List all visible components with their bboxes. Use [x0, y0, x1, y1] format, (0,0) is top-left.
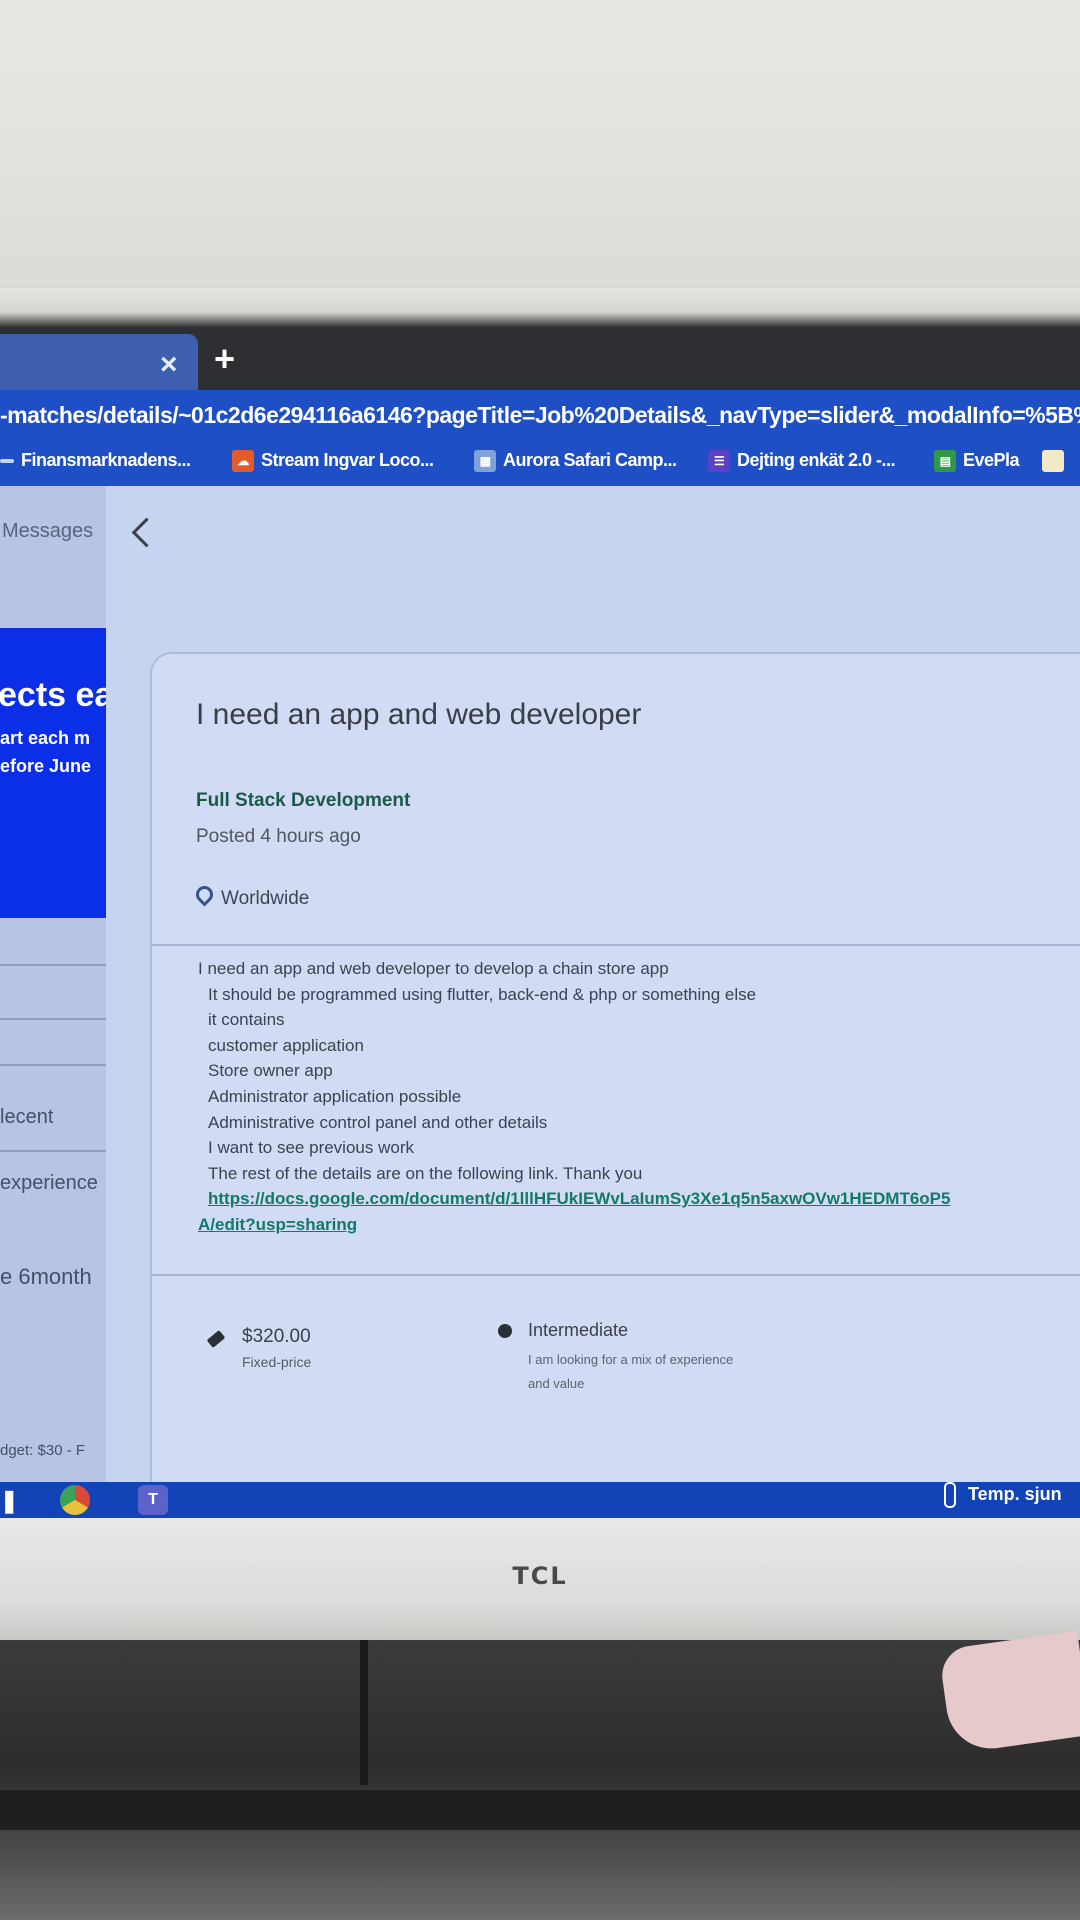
- page-content: Messages ects ea art each m efore June l…: [0, 486, 1080, 1484]
- job-card: I need an app and web developer Full Sta…: [150, 652, 1080, 1484]
- task-view-icon[interactable]: ❚: [0, 1488, 18, 1514]
- folder-icon: [1042, 450, 1064, 473]
- soundcloud-icon: ☁: [232, 450, 254, 473]
- bookmarks-bar: Finansmarknadens... ☁ Stream Ingvar Loco.…: [0, 440, 1080, 486]
- job-title: I need an app and web developer: [196, 698, 642, 731]
- divider: [152, 1274, 1080, 1276]
- job-location: Worldwide: [192, 882, 310, 910]
- chrome-icon[interactable]: [60, 1485, 90, 1515]
- spreadsheet-icon: ▤: [934, 450, 956, 473]
- tag-icon: [206, 1330, 226, 1348]
- divider: [0, 964, 106, 966]
- promo-line: efore June: [0, 756, 92, 776]
- bookmark-item[interactable]: Finansmarknadens...: [0, 450, 191, 471]
- new-tab-icon[interactable]: +: [214, 338, 235, 380]
- document-link[interactable]: A/edit?usp=sharing: [198, 1212, 1080, 1238]
- divider: [152, 944, 1080, 946]
- cloth-object: [938, 1630, 1080, 1755]
- bookmark-item[interactable]: ☰ Dejting enkät 2.0 -...: [708, 450, 896, 473]
- job-price: $320.00: [242, 1326, 311, 1347]
- desk-shadow: [360, 1640, 368, 1785]
- link-icon: [0, 459, 14, 464]
- description-line: Administrative control panel and other d…: [208, 1112, 548, 1132]
- posted-time: Posted 4 hours ago: [196, 826, 361, 847]
- promo-line: art each m: [0, 728, 91, 748]
- desk-edge: [0, 1790, 1080, 1830]
- bookmark-item[interactable]: ▦ Aurora Safari Camp...: [474, 450, 677, 473]
- experience-level-icon: [498, 1324, 512, 1338]
- monitor-brand-logo: TCL: [512, 1562, 568, 1590]
- tab-bar: × +: [0, 328, 1080, 390]
- forms-icon: ☰: [708, 450, 730, 473]
- document-link[interactable]: https://docs.google.com/document/d/1lllH…: [198, 1186, 1080, 1212]
- url-text[interactable]: -matches/details/~01c2d6e294116a6146?pag…: [0, 402, 1080, 428]
- job-description: I need an app and web developer to devel…: [198, 956, 1080, 1238]
- promo-title: ects ea: [0, 676, 106, 714]
- description-line: It should be programmed using flutter, b…: [208, 984, 757, 1004]
- description-line: customer application: [208, 1035, 364, 1055]
- bookmark-label: Dejting enkät 2.0 -...: [737, 450, 896, 470]
- left-sidebar: Messages ects ea art each m efore June l…: [0, 486, 106, 1482]
- sidebar-item-recent[interactable]: lecent: [0, 1106, 53, 1129]
- bookmark-item[interactable]: ▤ EvePla: [934, 450, 1020, 473]
- back-arrow-icon[interactable]: [131, 517, 162, 548]
- browser-tab-active[interactable]: ×: [0, 334, 198, 390]
- promo-banner[interactable]: ects ea art each m efore June: [0, 628, 106, 918]
- image-icon: ▦: [474, 450, 496, 473]
- bookmark-item[interactable]: ☁ Stream Ingvar Loco...: [232, 450, 434, 473]
- desk-surface: [0, 1640, 1080, 1920]
- description-line: Administrator application possible: [208, 1086, 462, 1106]
- bookmark-overflow[interactable]: [1042, 450, 1071, 473]
- bookmark-label: Aurora Safari Camp...: [503, 450, 677, 470]
- sidebar-item-budget[interactable]: dget: $30 - F: [0, 1442, 85, 1459]
- address-bar[interactable]: -matches/details/~01c2d6e294116a6146?pag…: [0, 390, 1080, 440]
- description-line: I need an app and web developer to devel…: [198, 959, 669, 978]
- location-label: Worldwide: [221, 888, 310, 909]
- description-line: it contains: [208, 1010, 285, 1030]
- wall-background: [0, 0, 1080, 290]
- monitor-top-bezel: [0, 288, 1080, 328]
- divider: [0, 1064, 106, 1066]
- monitor-screen: × + -matches/details/~01c2d6e294116a6146…: [0, 328, 1080, 1518]
- description-line: Store owner app: [208, 1061, 333, 1081]
- taskbar: ❚ T Temp. sjun: [0, 1482, 1080, 1518]
- job-details-panel: I need an app and web developer Full Sta…: [106, 486, 1080, 1484]
- job-category-link[interactable]: Full Stack Development: [196, 790, 410, 812]
- weather-widget[interactable]: Temp. sjun: [944, 1482, 1062, 1508]
- close-tab-icon[interactable]: ×: [160, 348, 178, 382]
- messages-link[interactable]: Messages: [2, 520, 93, 543]
- bookmark-label: EvePla: [963, 450, 1020, 470]
- experience-level-description: I am looking for a mix of experience and…: [528, 1352, 734, 1391]
- divider: [0, 1018, 106, 1020]
- sidebar-item-experience[interactable]: experience: [0, 1172, 98, 1195]
- price-type: Fixed-price: [242, 1354, 312, 1370]
- teams-icon[interactable]: T: [138, 1485, 168, 1515]
- bookmark-label: Finansmarknadens...: [21, 450, 191, 470]
- divider: [0, 1150, 106, 1152]
- experience-level: Intermediate: [528, 1320, 629, 1340]
- location-pin-icon: [192, 882, 217, 907]
- description-line: I want to see previous work: [208, 1138, 414, 1158]
- sidebar-item-duration[interactable]: e 6month: [0, 1264, 92, 1290]
- weather-text: Temp. sjun: [968, 1483, 1062, 1504]
- description-line: The rest of the details are on the follo…: [208, 1163, 643, 1183]
- bookmark-label: Stream Ingvar Loco...: [261, 450, 434, 470]
- thermometer-icon: [944, 1482, 956, 1508]
